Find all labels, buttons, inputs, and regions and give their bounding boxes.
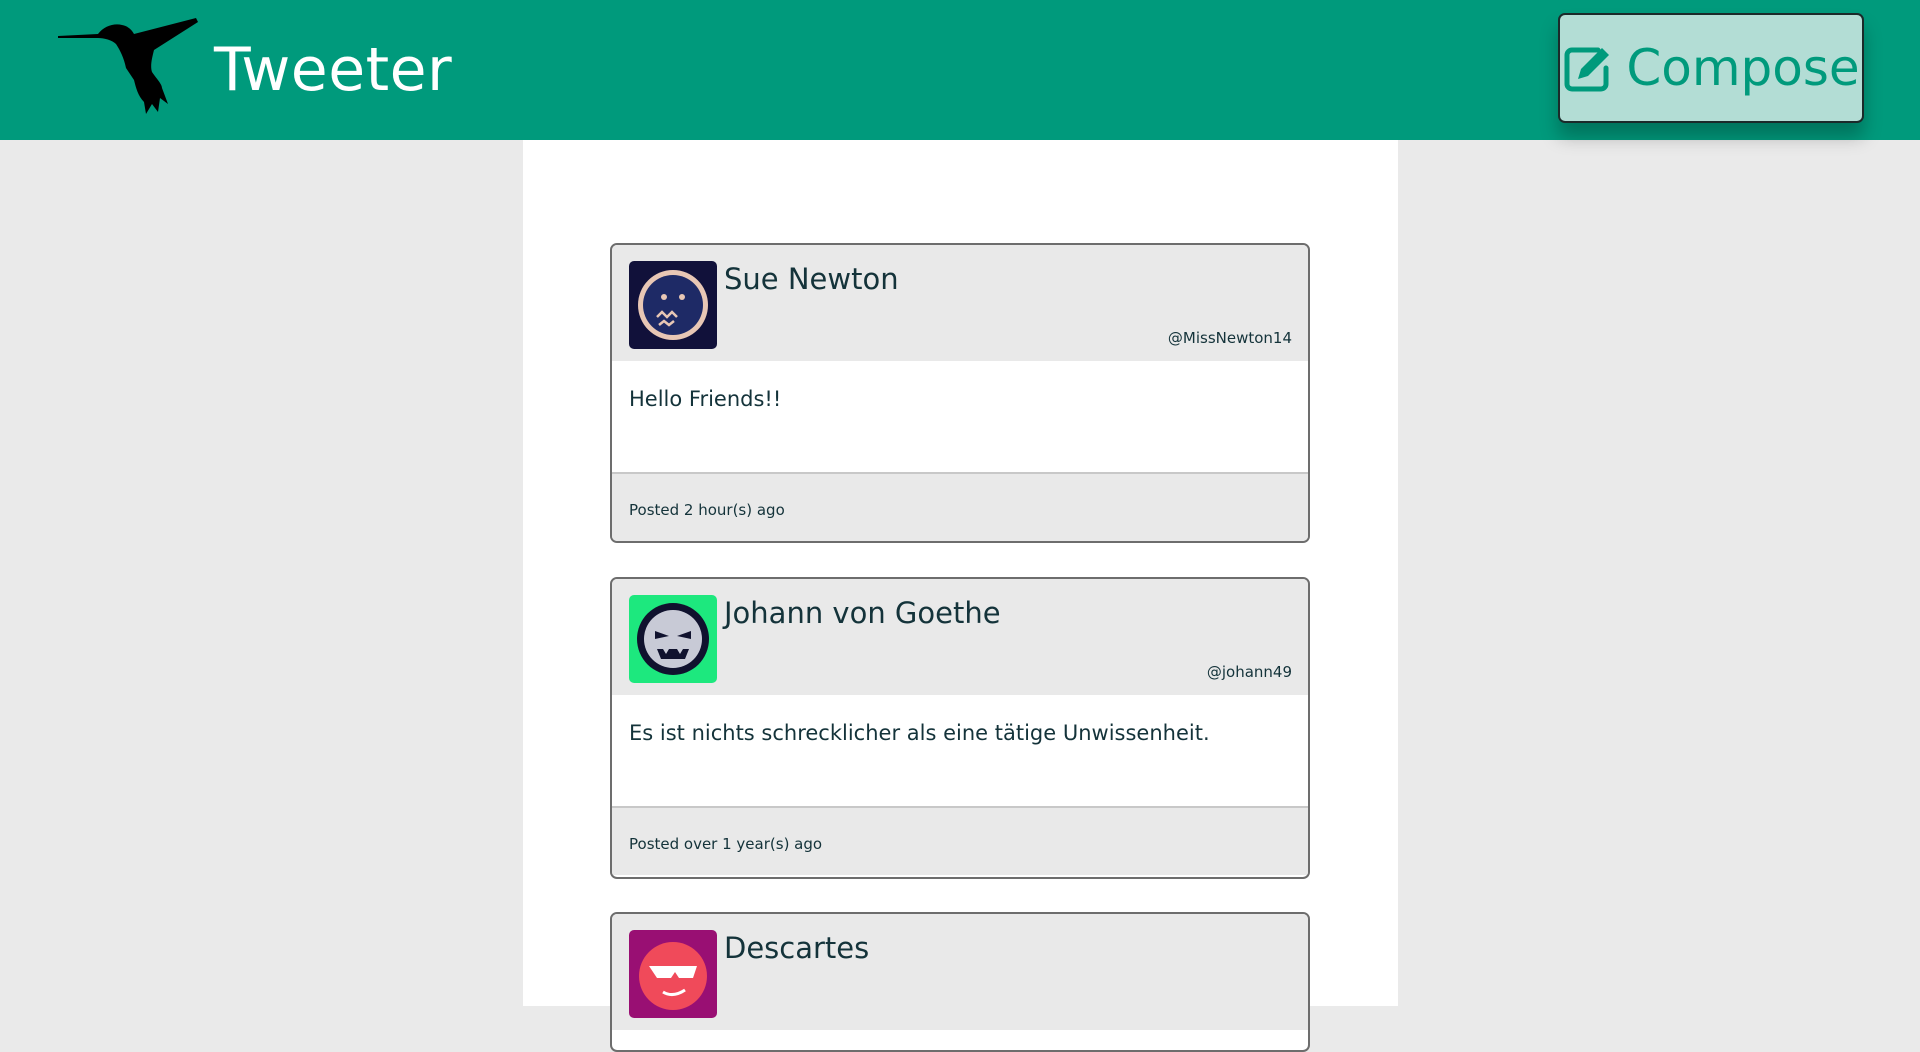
app-title[interactable]: Tweeter [214,34,452,106]
author-name: Johann von Goethe [724,596,1001,630]
tweet-timestamp: Posted 2 hour(s) ago [612,474,1308,541]
tweet-header: Johann von Goethe @johann49 [612,579,1308,695]
tweet-text: Es ist nichts schrecklicher als eine tät… [612,695,1308,808]
tweet-header: Descartes [612,914,1308,1030]
author-handle: @johann49 [1206,663,1292,681]
tweet-card: Descartes [610,912,1310,1052]
compose-label: Compose [1626,39,1860,97]
author-name: Sue Newton [724,262,899,296]
tweet-feed: Sue Newton @MissNewton14 Hello Friends!!… [523,140,1398,1052]
worried-face-avatar-icon [629,261,717,349]
angry-face-avatar-icon [629,595,717,683]
tweet-timestamp: Posted over 1 year(s) ago [612,808,1308,875]
edit-icon [1564,47,1610,92]
tweet-card: Johann von Goethe @johann49 Es ist nicht… [610,577,1310,879]
compose-button[interactable]: Compose [1558,13,1864,123]
author-handle: @MissNewton14 [1167,329,1292,347]
sunglasses-face-avatar-icon [629,930,717,1018]
author-name: Descartes [724,931,870,965]
top-navbar: Tweeter Compose [0,0,1920,140]
tweet-header: Sue Newton @MissNewton14 [612,245,1308,361]
hummingbird-icon [58,18,198,114]
tweet-card: Sue Newton @MissNewton14 Hello Friends!!… [610,243,1310,543]
tweet-text: Hello Friends!! [612,361,1308,474]
